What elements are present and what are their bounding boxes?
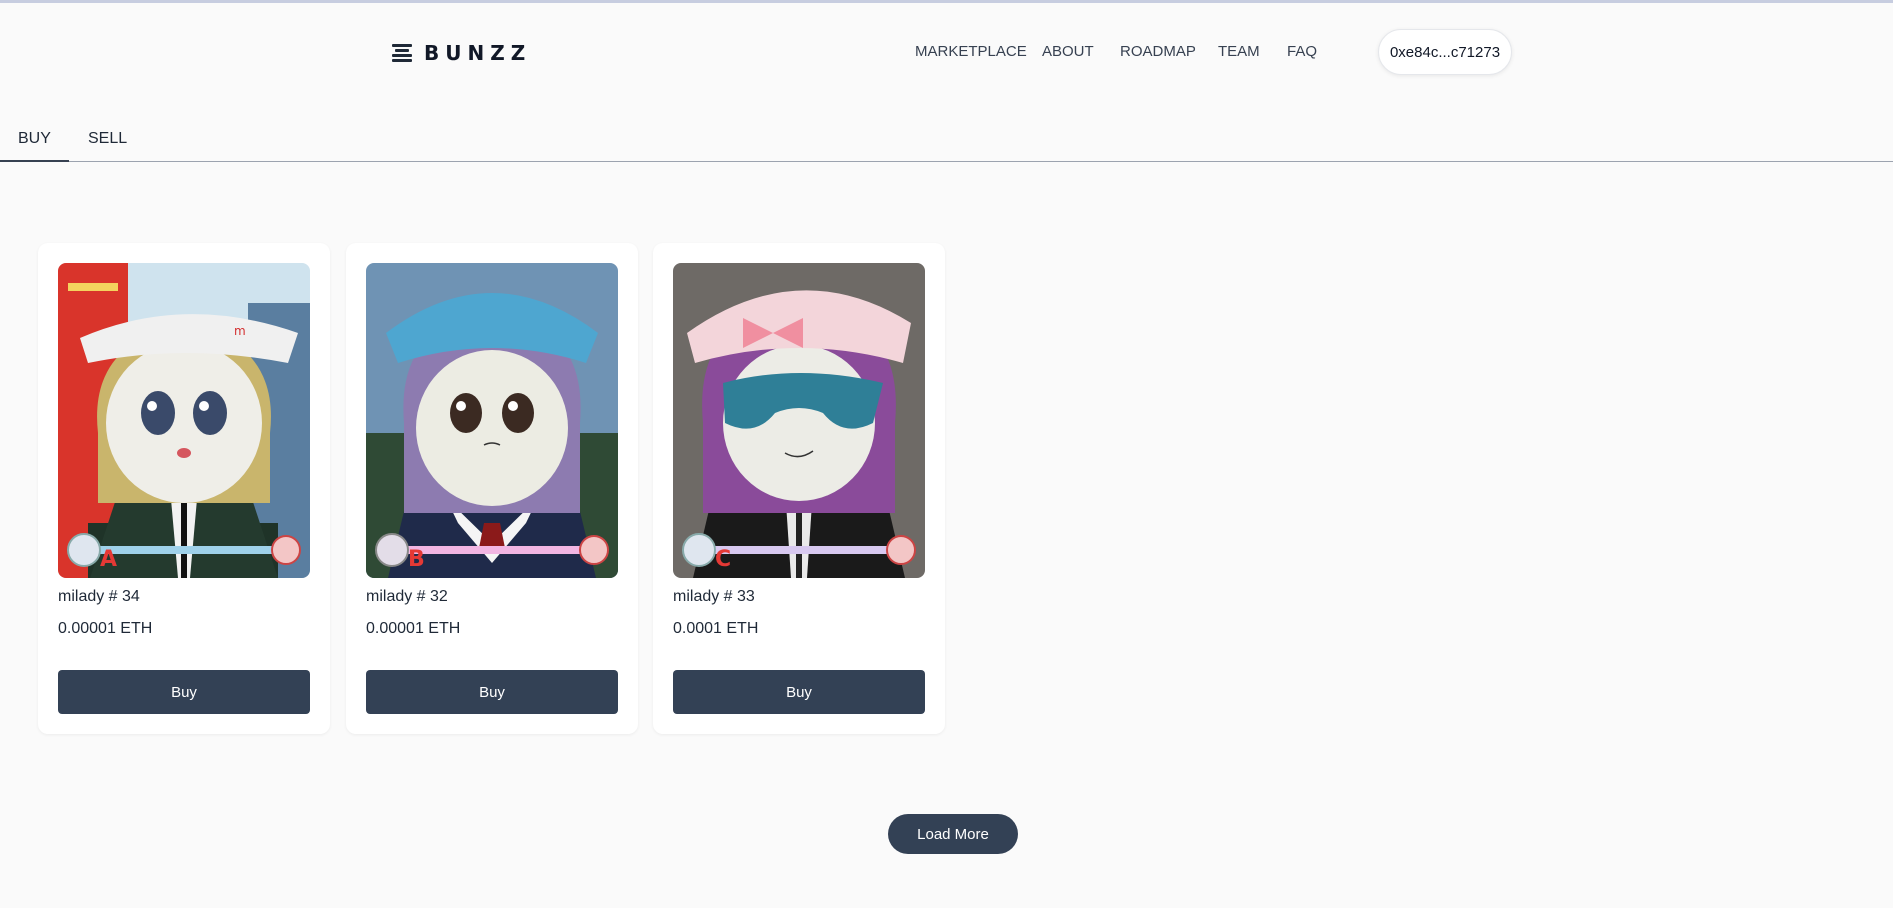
nft-image[interactable]: B [366, 263, 618, 578]
site-header: BUNZZ MARKETPLACE ABOUT ROADMAP TEAM FAQ… [0, 3, 1893, 99]
nft-image[interactable]: m A [58, 263, 310, 578]
rank-letter: B [408, 547, 425, 572]
buy-button[interactable]: Buy [673, 670, 925, 714]
tab-bar: BUY SELL [0, 118, 1893, 162]
nft-card[interactable]: B milady # 32 0.00001 ETH Buy [346, 243, 638, 734]
tab-sell[interactable]: SELL [88, 130, 127, 148]
nft-image[interactable]: C [673, 263, 925, 578]
nft-card[interactable]: m A milady # 34 0.00001 ETH Buy [38, 243, 330, 734]
nft-card[interactable]: C milady # 33 0.0001 ETH Buy [653, 243, 945, 734]
nav-marketplace[interactable]: MARKETPLACE [915, 43, 1027, 60]
nft-price: 0.0001 ETH [673, 620, 759, 637]
nav-team[interactable]: TEAM [1218, 43, 1260, 60]
nav-faq[interactable]: FAQ [1287, 43, 1317, 60]
wallet-address-button[interactable]: 0xe84c...c71273 [1378, 29, 1512, 75]
buy-button[interactable]: Buy [58, 670, 310, 714]
nft-name: milady # 34 [58, 588, 140, 605]
nft-price: 0.00001 ETH [58, 620, 153, 637]
logo-icon [392, 43, 412, 63]
rank-letter: C [715, 547, 731, 572]
logo-text: BUNZZ [424, 41, 532, 65]
rank-letter: A [100, 547, 117, 572]
nav-roadmap[interactable]: ROADMAP [1120, 43, 1196, 60]
tab-buy[interactable]: BUY [0, 130, 69, 162]
nft-price: 0.00001 ETH [366, 620, 461, 637]
nft-name: milady # 32 [366, 588, 448, 605]
nft-name: milady # 33 [673, 588, 755, 605]
logo[interactable]: BUNZZ [392, 41, 531, 65]
svg-text:m: m [234, 324, 246, 338]
nav-about[interactable]: ABOUT [1042, 43, 1094, 60]
buy-button[interactable]: Buy [366, 670, 618, 714]
load-more-button[interactable]: Load More [888, 814, 1018, 854]
